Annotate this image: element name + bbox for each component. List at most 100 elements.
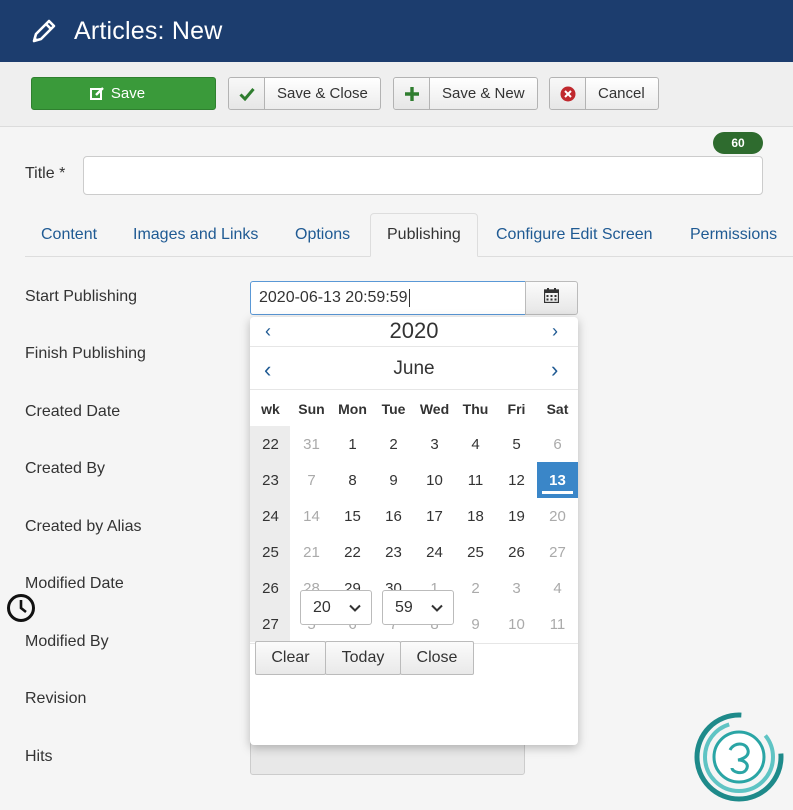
calendar-day[interactable]: 4 [455, 426, 496, 462]
cancel-label: Cancel [598, 85, 645, 102]
cancel-button[interactable]: Cancel [549, 77, 659, 110]
title-input[interactable] [83, 156, 763, 195]
calendar-day[interactable]: 22 [332, 534, 373, 570]
tab-options[interactable]: Options [279, 213, 366, 257]
calendar-day[interactable]: 3 [496, 570, 537, 606]
calendar-popup: ‹ 2020 › ‹ June › wk Sun Mon Tue Wed Thu… [250, 317, 578, 745]
next-month-icon[interactable]: › [551, 357, 558, 383]
calendar-day[interactable]: 12 [496, 462, 537, 498]
save-button[interactable]: Save [31, 77, 216, 110]
start-publishing-label: Start Publishing [25, 288, 138, 305]
title-label: Title * [25, 165, 66, 182]
calendar-day[interactable]: 31 [291, 426, 332, 462]
pencil-icon [30, 16, 60, 46]
calendar-day[interactable]: 9 [455, 606, 496, 642]
hits-label: Hits [25, 748, 53, 765]
week-number: 26 [262, 579, 279, 597]
created-by-label: Created By [25, 460, 106, 477]
calendar-close-button[interactable]: Close [400, 641, 474, 675]
calendar-day[interactable]: 6 [537, 426, 578, 462]
page-title: Articles: New [74, 16, 223, 45]
calendar-button[interactable] [525, 281, 578, 315]
char-counter-badge: 60 [713, 132, 763, 154]
save-new-label: Save & New [442, 85, 525, 102]
hour-select[interactable]: 20 [300, 590, 372, 625]
save-close-button[interactable]: Save & Close [228, 77, 381, 110]
calendar-day[interactable]: 19 [496, 498, 537, 534]
brand-logo [694, 712, 784, 802]
calendar-day[interactable]: 27 [537, 534, 578, 570]
calendar-day[interactable]: 7 [291, 462, 332, 498]
calendar-day[interactable]: 8 [332, 462, 373, 498]
close-circle-icon [550, 78, 586, 109]
plus-icon [394, 78, 430, 109]
week-number: 23 [262, 471, 279, 489]
calendar-month-row: ‹ June › [250, 347, 578, 390]
calendar-day[interactable]: 2 [373, 426, 414, 462]
next-year-icon[interactable]: › [552, 321, 558, 342]
calendar-day[interactable]: 26 [496, 534, 537, 570]
check-icon [229, 78, 265, 109]
calendar-year-row: ‹ 2020 › [250, 317, 578, 347]
calendar-today-button[interactable]: Today [325, 641, 401, 675]
edit-icon [89, 86, 105, 101]
calendar-day[interactable]: 10 [496, 606, 537, 642]
calendar-day[interactable]: 21 [291, 534, 332, 570]
header-wk: wk [261, 401, 280, 417]
calendar-day[interactable]: 16 [373, 498, 414, 534]
calendar-day[interactable]: 15 [332, 498, 373, 534]
header-tue: Tue [381, 401, 406, 417]
modified-date-label: Modified Date [25, 575, 124, 592]
calendar-day[interactable]: 25 [455, 534, 496, 570]
tab-images-and-links[interactable]: Images and Links [117, 213, 274, 257]
hour-value: 20 [313, 598, 331, 616]
header-thu: Thu [462, 401, 489, 417]
calendar-day[interactable]: 13 [537, 462, 578, 498]
created-date-label: Created Date [25, 403, 121, 420]
page-header: Articles: New [0, 0, 793, 62]
week-number: 25 [262, 543, 279, 561]
calendar-day[interactable]: 11 [537, 606, 578, 642]
tab-permissions[interactable]: Permissions [674, 213, 793, 257]
calendar-day[interactable]: 11 [455, 462, 496, 498]
calendar-day[interactable]: 24 [414, 534, 455, 570]
modified-by-label: Modified By [25, 633, 109, 650]
week-number: 22 [262, 435, 279, 453]
calendar-month: June [393, 358, 435, 379]
header-sun: Sun [298, 401, 325, 417]
start-publishing-value: 2020-06-13 20:59:59 [259, 289, 408, 307]
calendar-day[interactable]: 23 [373, 534, 414, 570]
calendar-day[interactable]: 14 [291, 498, 332, 534]
week-number: 27 [262, 615, 279, 633]
header-mon: Mon [338, 401, 367, 417]
tab-publishing[interactable]: Publishing [370, 213, 478, 257]
minute-select[interactable]: 59 [382, 590, 454, 625]
header-wed: Wed [419, 401, 450, 417]
chevron-down-icon [431, 604, 443, 612]
calendar-day[interactable]: 17 [414, 498, 455, 534]
calendar-day[interactable]: 18 [455, 498, 496, 534]
revision-label: Revision [25, 690, 87, 707]
chevron-down-icon [349, 604, 361, 612]
clock-icon [6, 593, 36, 628]
calendar-day[interactable]: 5 [496, 426, 537, 462]
calendar-clear-button[interactable]: Clear [255, 641, 326, 675]
calendar-day[interactable]: 2 [455, 570, 496, 606]
toolbar: Save Save & Close Save & New Cancel [0, 62, 793, 127]
calendar-day[interactable]: 10 [414, 462, 455, 498]
calendar-day[interactable]: 3 [414, 426, 455, 462]
calendar-day[interactable]: 1 [332, 426, 373, 462]
calendar-day[interactable]: 4 [537, 570, 578, 606]
header-fri: Fri [507, 401, 526, 417]
tab-content[interactable]: Content [25, 213, 113, 257]
calendar-year: 2020 [389, 318, 439, 343]
save-button-label: Save [110, 85, 146, 102]
week-number: 24 [262, 507, 279, 525]
calendar-day[interactable]: 20 [537, 498, 578, 534]
calendar-icon [543, 288, 560, 308]
tab-configure-edit-screen[interactable]: Configure Edit Screen [480, 213, 669, 257]
calendar-day[interactable]: 9 [373, 462, 414, 498]
save-new-button[interactable]: Save & New [393, 77, 538, 110]
start-publishing-input[interactable]: 2020-06-13 20:59:59 [250, 281, 526, 315]
minute-value: 59 [395, 598, 413, 616]
